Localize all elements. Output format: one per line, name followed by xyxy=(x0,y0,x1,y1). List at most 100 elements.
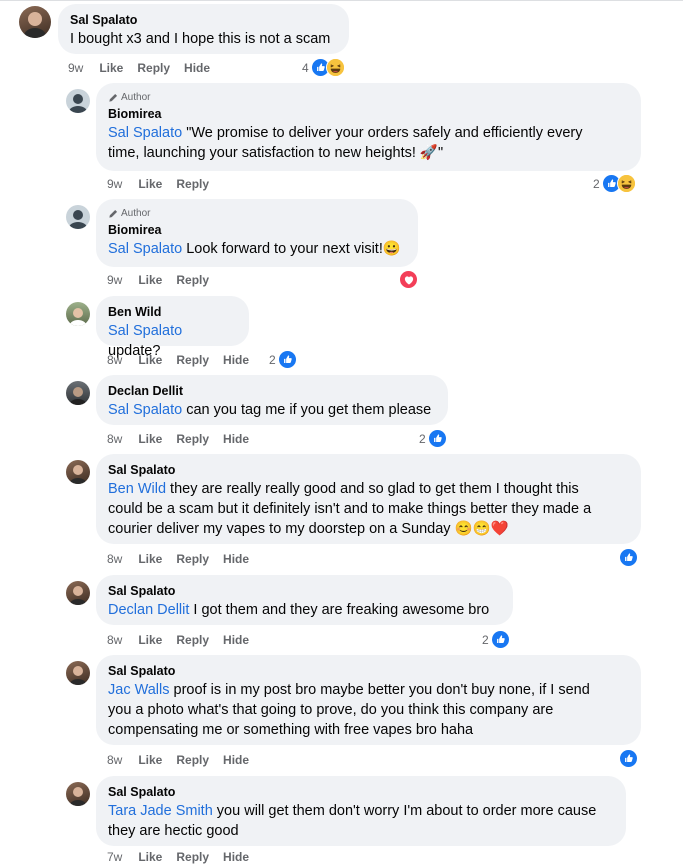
timestamp[interactable]: 9w xyxy=(107,272,122,288)
reaction-summary[interactable]: 2 xyxy=(593,174,636,193)
timestamp[interactable]: 9w xyxy=(68,60,83,76)
reaction-count: 2 xyxy=(593,176,600,191)
like-button[interactable]: Like xyxy=(138,752,162,768)
author-badge: Author xyxy=(108,91,629,104)
comment-bubble: Sal Spalato Jac Walls proof is in my pos… xyxy=(96,655,641,745)
comment-bubble: Declan Dellit Sal Spalato can you tag me… xyxy=(96,375,448,425)
laughing-face-icon xyxy=(616,174,636,193)
like-button[interactable]: Like xyxy=(99,60,123,76)
mention-link[interactable]: Sal Spalato xyxy=(108,241,182,257)
comment-text-line: compensating me or something with free v… xyxy=(108,722,474,738)
like-button[interactable]: Like xyxy=(138,176,162,192)
mention-link[interactable]: Sal Spalato xyxy=(108,125,182,141)
reply-button[interactable]: Reply xyxy=(176,272,209,288)
hide-button[interactable]: Hide xyxy=(223,551,249,567)
commenter-name[interactable]: Biomirea xyxy=(108,106,629,123)
thumbs-up-icon xyxy=(619,548,638,567)
reaction-summary[interactable]: 4 xyxy=(302,58,345,77)
reply-button[interactable]: Reply xyxy=(176,176,209,192)
avatar[interactable] xyxy=(66,302,90,326)
reaction-summary[interactable]: 2 xyxy=(269,350,297,369)
avatar[interactable] xyxy=(66,381,90,405)
timestamp[interactable]: 8w xyxy=(107,752,122,768)
comment-text: Sal Spalato can you tag me if you get th… xyxy=(108,402,432,418)
hide-button[interactable]: Hide xyxy=(223,352,249,368)
hide-button[interactable]: Hide xyxy=(223,849,249,865)
hide-button[interactable]: Hide xyxy=(223,431,249,447)
reaction-summary[interactable]: 2 xyxy=(482,630,510,649)
like-button[interactable]: Like xyxy=(138,352,162,368)
comment-bubble: Ben Wild Sal Spalato update? xyxy=(96,296,249,359)
avatar[interactable] xyxy=(66,782,90,806)
reaction-count: 2 xyxy=(269,352,276,367)
comment-text: Ben Wild they are really really good and… xyxy=(108,481,579,497)
like-button[interactable]: Like xyxy=(138,632,162,648)
laughing-face-icon xyxy=(325,58,345,77)
commenter-name[interactable]: Sal Spalato xyxy=(70,12,337,29)
comment-actions: 7w Like Reply Hide xyxy=(107,849,263,865)
like-button[interactable]: Like xyxy=(138,431,162,447)
timestamp[interactable]: 8w xyxy=(107,431,122,447)
mention-link[interactable]: Declan Dellit xyxy=(108,602,189,618)
thumbs-up-icon xyxy=(490,630,510,649)
comment-text: I bought x3 and I hope this is not a sca… xyxy=(70,31,331,47)
mention-link[interactable]: Jac Walls xyxy=(108,682,170,698)
commenter-name[interactable]: Sal Spalato xyxy=(108,784,614,801)
reaction-summary[interactable] xyxy=(619,749,638,768)
avatar[interactable] xyxy=(66,205,90,229)
timestamp[interactable]: 8w xyxy=(107,632,122,648)
avatar[interactable] xyxy=(66,661,90,685)
comment-actions: 8w Like Reply Hide xyxy=(107,551,263,567)
mention-link[interactable]: Sal Spalato xyxy=(108,402,182,418)
timestamp[interactable]: 8w xyxy=(107,352,122,368)
commenter-name[interactable]: Sal Spalato xyxy=(108,583,501,600)
commenter-name[interactable]: Biomirea xyxy=(108,222,406,239)
top-divider xyxy=(0,0,683,1)
commenter-name[interactable]: Sal Spalato xyxy=(108,462,629,479)
commenter-name[interactable]: Ben Wild xyxy=(108,304,237,321)
mention-link[interactable]: Tara Jade Smith xyxy=(108,803,213,819)
reply-button[interactable]: Reply xyxy=(176,352,209,368)
author-label: Author xyxy=(121,208,151,219)
avatar[interactable] xyxy=(19,6,51,38)
reply-button[interactable]: Reply xyxy=(176,849,209,865)
commenter-name[interactable]: Declan Dellit xyxy=(108,383,436,400)
thumbs-up-icon xyxy=(427,429,447,448)
pencil-icon xyxy=(108,209,118,219)
reply-button[interactable]: Reply xyxy=(176,551,209,567)
comment-actions: 9w Like Reply xyxy=(107,272,223,288)
author-label: Author xyxy=(121,92,151,103)
avatar[interactable] xyxy=(66,581,90,605)
reaction-count: 4 xyxy=(302,60,309,75)
comment-text: Sal Spalato "We promise to deliver your … xyxy=(108,125,583,141)
avatar[interactable] xyxy=(66,460,90,484)
mention-link[interactable]: Ben Wild xyxy=(108,481,166,497)
comment-text-line: you a photo what's that going to prove, … xyxy=(108,702,554,718)
reply-button[interactable]: Reply xyxy=(176,632,209,648)
thumbs-up-icon xyxy=(619,749,638,768)
like-button[interactable]: Like xyxy=(138,849,162,865)
comment-actions: 8w Like Reply Hide xyxy=(107,632,263,648)
commenter-name[interactable]: Sal Spalato xyxy=(108,663,629,680)
reaction-summary[interactable] xyxy=(619,548,638,567)
reply-button[interactable]: Reply xyxy=(176,431,209,447)
timestamp[interactable]: 7w xyxy=(107,849,122,865)
reply-button[interactable]: Reply xyxy=(176,752,209,768)
reaction-summary[interactable]: 2 xyxy=(419,429,447,448)
comment-text: Declan Dellit I got them and they are fr… xyxy=(108,602,490,618)
hide-button[interactable]: Hide xyxy=(223,632,249,648)
hide-button[interactable]: Hide xyxy=(223,752,249,768)
like-button[interactable]: Like xyxy=(138,272,162,288)
timestamp[interactable]: 9w xyxy=(107,176,122,192)
pencil-icon xyxy=(108,93,118,103)
comment-bubble: Author Biomirea Sal Spalato "We promise … xyxy=(96,83,641,171)
reaction-summary[interactable] xyxy=(399,270,418,289)
avatar[interactable] xyxy=(66,89,90,113)
timestamp[interactable]: 8w xyxy=(107,551,122,567)
hide-button[interactable]: Hide xyxy=(184,60,210,76)
reply-button[interactable]: Reply xyxy=(137,60,170,76)
comment-actions: 9w Like Reply Hide xyxy=(68,60,224,76)
like-button[interactable]: Like xyxy=(138,551,162,567)
author-badge: Author xyxy=(108,207,406,220)
mention-link[interactable]: Sal Spalato xyxy=(108,323,182,339)
